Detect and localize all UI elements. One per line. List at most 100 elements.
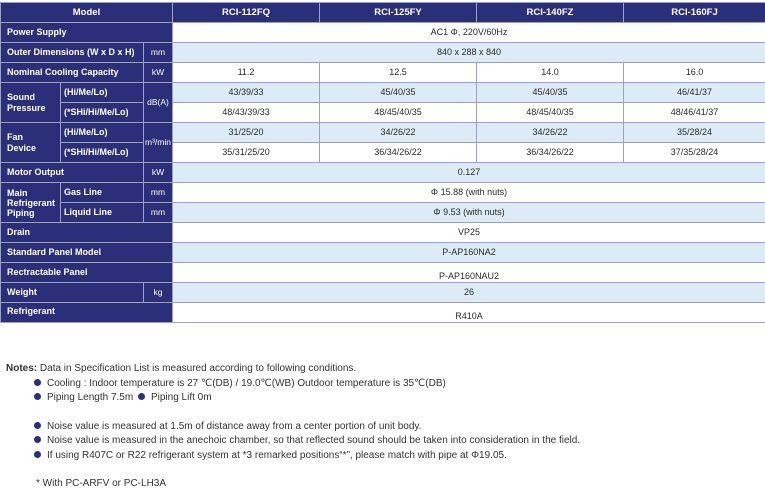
notes-noise2: Noise value is measured in the anechoic … <box>47 435 581 446</box>
panel-label: Standard Panel Model <box>0 242 173 263</box>
notes-heading: Notes: <box>6 363 38 374</box>
weight-label: Weight <box>0 282 144 303</box>
sound-label-line2: Pressure <box>7 102 46 113</box>
sound-value-2-4: 48/46/41/37 <box>623 102 765 123</box>
sound-value-2-2: 48/45/40/35 <box>319 102 477 123</box>
model-col-4: RCI-160FJ <box>623 2 765 23</box>
gas-line-label: Gas Line <box>60 182 144 203</box>
piping-label-line2: Refrigerant <box>7 197 56 208</box>
row-refrigerant: Refrigerant R410A <box>0 302 765 323</box>
cooling-value-2: 12.5 <box>319 62 477 83</box>
retract-value: P-AP160NAU2 <box>172 262 765 283</box>
piping-label-line3: Piping <box>7 207 35 218</box>
bullet-icon <box>137 393 145 400</box>
cooling-unit: kW <box>143 62 173 83</box>
row-weight: Weight kg 26 <box>0 282 765 303</box>
model-header: Model <box>0 2 173 23</box>
model-col-1: RCI-112FQ <box>172 2 320 23</box>
fan-label-line2: Device <box>7 142 37 153</box>
cooling-value-3: 14.0 <box>476 62 624 83</box>
sound-sub-1: (Hi/Me/Lo) <box>60 82 144 103</box>
piping-label-line1: Main <box>7 187 28 198</box>
notes-footnote: * With PC-ARFV or PC-LH3A <box>36 478 167 489</box>
cooling-label: Nominal Cooling Capacity <box>0 62 144 83</box>
sound-value-2-1: 48/43/39/33 <box>172 102 320 123</box>
dims-unit: mm <box>143 42 173 63</box>
sound-value-1-4: 46/41/37 <box>623 82 765 103</box>
notes-noise2-line: Noise value is measured in the anechoic … <box>6 434 580 449</box>
retract-label: Rectractable Panel <box>0 262 173 283</box>
notes-r407c-line: If using R407C or R22 refrigerant system… <box>6 449 580 464</box>
bullet-icon <box>34 421 41 429</box>
notes-cooling: Cooling : Indoor temperature is 27 ℃(DB)… <box>47 377 446 389</box>
row-fan-2: (*SHi/Hi/Me/Lo) 35/31/25/20 36/34/26/22 … <box>1 142 765 163</box>
refrigerant-value: R410A <box>172 302 765 323</box>
notes-spacer <box>6 406 580 420</box>
cooling-value-4: 16.0 <box>623 62 765 83</box>
motor-label: Motor Output <box>0 162 144 183</box>
power-value: AC1 Φ, 220V/60Hz <box>172 22 765 43</box>
gas-line-value: Φ 15.88 (with nuts) <box>172 182 765 203</box>
power-label: Power Supply <box>0 22 173 43</box>
sound-label-line1: Sound <box>7 91 35 102</box>
weight-value: 26 <box>172 282 765 303</box>
drain-value: VP25 <box>172 222 765 243</box>
fan-value-2-2: 36/34/26/22 <box>319 142 477 163</box>
liquid-line-value: Φ 9.53 (with nuts) <box>172 202 765 223</box>
notes-cooling-line: Cooling : Indoor temperature is 27 ℃(DB)… <box>6 377 580 392</box>
bullet-icon <box>34 393 41 400</box>
gas-line-unit: mm <box>143 182 173 203</box>
row-drain: Drain VP25 <box>0 222 765 243</box>
model-col-2: RCI-125FY <box>319 2 477 23</box>
motor-unit: kW <box>143 162 173 183</box>
fan-sub-1: (Hi/Me/Lo) <box>60 122 144 143</box>
spec-table: Model RCI-112FQ RCI-125FY RCI-140FZ RCI-… <box>0 2 765 323</box>
row-power: Power Supply AC1 Φ, 220V/60Hz <box>0 22 765 43</box>
notes-piping-length: Piping Length 7.5m <box>47 392 134 403</box>
notes-spacer <box>6 463 580 477</box>
sound-value-1-3: 45/40/35 <box>476 82 624 103</box>
fan-value-2-3: 36/34/26/22 <box>476 142 624 163</box>
row-dims: Outer Dimensions (W x D x H) mm 840 x 28… <box>0 42 765 63</box>
fan-value-1-4: 35/28/24 <box>623 122 765 143</box>
dims-value: 840 x 288 x 840 <box>172 42 765 63</box>
row-motor: Motor Output kW 0.127 <box>0 162 765 183</box>
fan-value-1-2: 34/26/22 <box>319 122 477 143</box>
sound-value-2-3: 48/45/40/35 <box>476 102 624 123</box>
row-cooling: Nominal Cooling Capacity kW 11.2 12.5 14… <box>0 62 765 83</box>
notes-r407c: If using R407C or R22 refrigerant system… <box>47 449 507 461</box>
row-piping-gas: Main Refrigerant Piping Gas Line mm Φ 15.8… <box>0 182 765 223</box>
row-panel: Standard Panel Model P-AP160NA2 <box>0 242 765 263</box>
notes-piping-lift: Piping Lift 0m <box>150 392 212 403</box>
panel-value: P-AP160NA2 <box>172 242 765 263</box>
liquid-line-label: Liquid Line <box>60 202 144 223</box>
fan-label-line1: Fan <box>7 131 24 142</box>
row-retract: Rectractable Panel P-AP160NAU2 <box>0 262 765 283</box>
sound-value-1-2: 45/40/35 <box>319 82 477 103</box>
notes-intro-line: Notes: Data in Specification List is mea… <box>6 362 580 377</box>
weight-unit: kg <box>143 282 173 303</box>
notes-section: Notes: Data in Specification List is mea… <box>6 362 580 492</box>
fan-value-2-1: 35/31/25/20 <box>172 142 320 163</box>
row-fan-1: Fan Device (Hi/Me/Lo) m³/min 31/25/20 34/… <box>0 122 765 163</box>
fan-unit: m³/min <box>143 122 173 163</box>
bullet-icon <box>34 436 41 443</box>
piping-label: Main Refrigerant Piping <box>0 182 61 223</box>
cooling-value-1: 11.2 <box>172 62 320 83</box>
bullet-icon <box>34 378 41 386</box>
notes-piping-line: Piping Length 7.5m Piping Lift 0m <box>6 391 580 406</box>
sound-value-1-1: 43/39/33 <box>172 82 320 103</box>
sound-label: Sound Pressure <box>0 82 61 123</box>
sound-sub-2: (*SHi/Hi/Me/Lo) <box>60 102 144 123</box>
motor-value: 0.127 <box>172 162 765 183</box>
liquid-line-unit: mm <box>143 202 173 223</box>
notes-noise1: Noise value is measured at 1.5m of dista… <box>47 420 422 432</box>
dims-label: Outer Dimensions (W x D x H) <box>0 42 144 63</box>
refrigerant-label: Refrigerant <box>0 302 173 323</box>
fan-value-1-3: 34/26/22 <box>476 122 624 143</box>
fan-value-2-4: 37/35/28/24 <box>623 142 765 163</box>
fan-sub-2: (*SHi/Hi/Me/Lo) <box>60 142 144 163</box>
notes-noise1-line: Noise value is measured at 1.5m of dista… <box>6 420 580 435</box>
fan-label: Fan Device <box>0 122 61 163</box>
sound-unit: dB(A) <box>143 82 173 123</box>
